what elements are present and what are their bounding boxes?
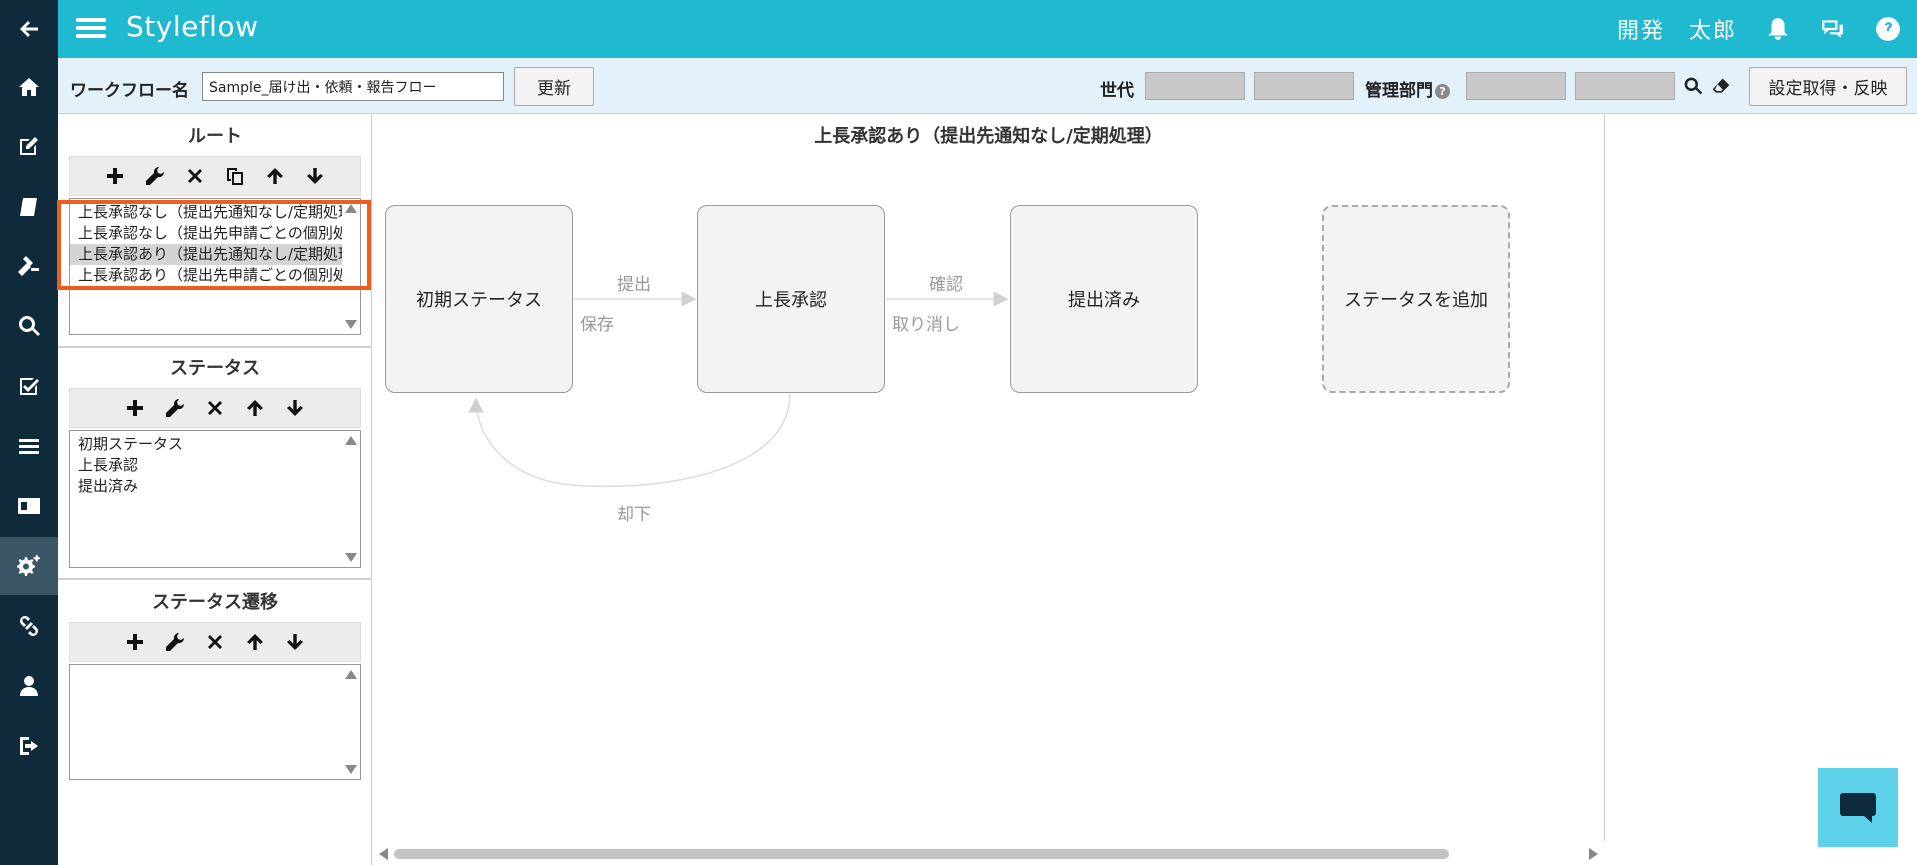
edge-reject[interactable] [468, 393, 791, 488]
status-edit-wrench-icon[interactable] [164, 397, 186, 419]
edge-label-reject[interactable]: 却下 [617, 500, 651, 525]
status-scroll-up-icon[interactable] [345, 436, 357, 445]
dept-search-icon[interactable] [1683, 76, 1703, 96]
status-add-icon[interactable] [124, 397, 146, 419]
route-move-up-icon[interactable] [264, 165, 286, 187]
edge-label-confirm[interactable]: 確認 [929, 270, 963, 295]
logout-icon[interactable] [0, 717, 58, 775]
route-list[interactable]: 上長承認なし（提出先通知なし/定期処理 上長承認なし（提出先申請ごとの個別処理 … [69, 198, 361, 335]
transition-move-up-icon[interactable] [244, 631, 266, 653]
id-card-icon[interactable] [0, 477, 58, 535]
chat-bubbles-icon[interactable] [1819, 16, 1845, 42]
route-list-item[interactable]: 上長承認あり（提出先申請ごとの個別処理 [70, 265, 342, 286]
checkbox-icon[interactable] [0, 357, 58, 415]
edge-label-cancel[interactable]: 取り消し [892, 310, 960, 335]
status-section-title: ステータス [170, 358, 260, 379]
workflow-canvas: 上長承認あり（提出先通知なし/定期処理） 初期ステータス 上長承認 提出済み ス… [372, 114, 1605, 865]
side-nav-rail [0, 0, 58, 865]
fetch-apply-button[interactable]: 設定取得・反映 [1749, 67, 1907, 106]
route-scroll-down-icon[interactable] [345, 320, 357, 329]
status-list-item[interactable]: 上長承認 [70, 455, 342, 476]
eraser-icon[interactable] [1710, 76, 1732, 96]
transition-scroll-down-icon[interactable] [345, 765, 357, 774]
section-divider [58, 346, 372, 348]
transition-section-title: ステータス遷移 [152, 592, 278, 613]
transition-controls [69, 622, 361, 662]
gavel-icon[interactable] [0, 237, 58, 295]
scroll-left-icon[interactable] [379, 848, 388, 860]
status-scroll-down-icon[interactable] [345, 553, 357, 562]
transition-list[interactable] [69, 664, 361, 780]
bell-icon[interactable] [1765, 16, 1791, 42]
scroll-right-icon[interactable] [1589, 848, 1598, 860]
dept-code-field[interactable] [1466, 72, 1566, 100]
transition-add-icon[interactable] [124, 631, 146, 653]
left-config-panel: ルート 上長承認なし（提出先通知なし/定期処理 上長承認なし（提出先申請ごとの個… [58, 114, 372, 865]
help-icon[interactable] [1875, 16, 1901, 42]
route-list-item[interactable]: 上長承認なし（提出先申請ごとの個別処理 [70, 223, 342, 244]
dept-name-field[interactable] [1575, 72, 1675, 100]
status-list-item[interactable]: 提出済み [70, 476, 342, 497]
generation-from-field[interactable] [1145, 72, 1245, 100]
status-controls [69, 388, 361, 428]
transition-move-down-icon[interactable] [284, 631, 306, 653]
search-icon[interactable] [0, 297, 58, 355]
status-move-up-icon[interactable] [244, 397, 266, 419]
route-edit-wrench-icon[interactable] [144, 165, 166, 187]
route-move-down-icon[interactable] [304, 165, 326, 187]
transition-scroll-up-icon[interactable] [345, 670, 357, 679]
chat-widget-icon[interactable] [1818, 768, 1898, 847]
status-node[interactable]: 提出済み [1010, 205, 1198, 393]
edge-label-submit[interactable]: 提出 [617, 270, 651, 295]
route-section-title: ルート [188, 126, 242, 147]
route-copy-icon[interactable] [224, 165, 246, 187]
route-delete-icon[interactable] [184, 165, 206, 187]
transition-delete-icon[interactable] [204, 631, 226, 653]
route-controls [69, 156, 361, 196]
route-add-icon[interactable] [104, 165, 126, 187]
top-header: Styleflow 開発 太郎 [58, 0, 1917, 58]
section-divider [58, 578, 372, 580]
scroll-thumb[interactable] [394, 849, 1449, 859]
workflow-name-label: ワークフロー名 [70, 81, 189, 101]
user-name[interactable]: 開発 太郎 [1617, 13, 1737, 45]
edit-icon[interactable] [0, 117, 58, 175]
app-title[interactable]: Styleflow [126, 10, 259, 43]
hamburger-menu-icon[interactable] [76, 15, 106, 43]
dept-help-icon[interactable]: ? [1435, 83, 1450, 99]
update-button[interactable]: 更新 [514, 67, 594, 106]
transition-edit-wrench-icon[interactable] [164, 631, 186, 653]
workflow-toolbar: ワークフロー名 更新 世代 管理部門? 設定取得・反映 [58, 58, 1917, 114]
status-move-down-icon[interactable] [284, 397, 306, 419]
book-icon[interactable] [0, 178, 58, 236]
status-list-item[interactable]: 初期ステータス [70, 434, 342, 455]
status-node[interactable]: 初期ステータス [385, 205, 573, 393]
route-list-item-selected[interactable]: 上長承認あり（提出先通知なし/定期処理 [70, 244, 342, 265]
back-arrow-icon[interactable] [0, 0, 58, 58]
add-status-node[interactable]: ステータスを追加 [1322, 205, 1510, 393]
status-node[interactable]: 上長承認 [697, 205, 885, 393]
home-icon[interactable] [0, 58, 58, 116]
generation-to-field[interactable] [1254, 72, 1354, 100]
list-icon[interactable] [0, 417, 58, 475]
link-icon[interactable] [0, 597, 58, 655]
edge-label-save[interactable]: 保存 [580, 310, 614, 335]
canvas-horizontal-scrollbar[interactable] [372, 841, 1605, 865]
gears-icon[interactable] [0, 537, 58, 595]
dept-label-text: 管理部門 [1365, 81, 1433, 101]
route-scroll-up-icon[interactable] [345, 204, 357, 213]
status-list[interactable]: 初期ステータス 上長承認 提出済み [69, 430, 361, 568]
workflow-name-input[interactable] [202, 72, 504, 101]
dept-label: 管理部門? [1365, 76, 1450, 101]
generation-label: 世代 [1100, 81, 1134, 101]
status-delete-icon[interactable] [204, 397, 226, 419]
user-icon[interactable] [0, 657, 58, 715]
route-list-item[interactable]: 上長承認なし（提出先通知なし/定期処理 [70, 202, 342, 223]
